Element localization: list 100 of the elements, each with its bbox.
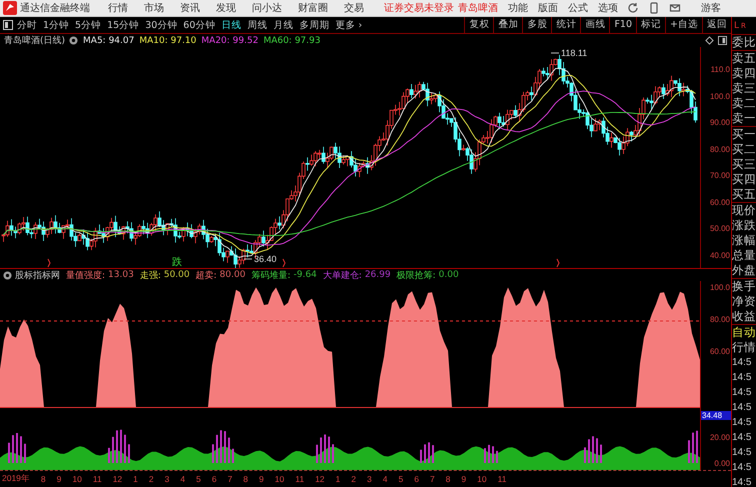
app-logo-icon xyxy=(3,1,17,15)
function-menu-item[interactable]: 公式 xyxy=(568,1,588,15)
diamond-icon[interactable] xyxy=(705,36,714,45)
price-axis-label: 50.00 xyxy=(710,224,730,233)
login-status-text: 证券交易未登录 xyxy=(384,2,454,15)
date-axis-label: 5 xyxy=(196,474,201,484)
app-title: 通达信金融终端 xyxy=(20,2,90,15)
period-tab[interactable]: 5分钟 xyxy=(75,18,102,32)
trade-time: 14:5 xyxy=(732,401,752,415)
quote-row-label: 外盘 xyxy=(732,263,756,278)
date-axis-label: 10 xyxy=(274,474,284,484)
trade-time: 14:5 xyxy=(732,431,752,445)
high-price-label: 118.11 xyxy=(550,48,588,58)
period-tab[interactable]: 日线 xyxy=(221,18,242,32)
period-tab[interactable]: 多周期 xyxy=(299,18,330,32)
quote-row-label: 卖四 xyxy=(732,66,756,81)
date-axis-label: 8 xyxy=(446,474,450,484)
period-tab[interactable]: 30分钟 xyxy=(145,18,178,32)
date-axis-label: 8 xyxy=(40,474,46,484)
date-axis-label: 9 xyxy=(56,474,62,484)
tool-button[interactable]: 复权 xyxy=(464,17,494,33)
period-tab[interactable]: 月线 xyxy=(273,18,294,32)
quote-row-label: 现价 xyxy=(732,203,756,218)
quote-row-label: 买三 xyxy=(732,157,756,172)
signal-marker-icon xyxy=(48,258,51,268)
period-tab[interactable]: 60分钟 xyxy=(183,18,216,32)
price-axis-label: 80.00 xyxy=(710,144,730,154)
refresh-icon[interactable] xyxy=(627,2,639,14)
quote-row-label: 净资 xyxy=(732,294,756,309)
indicator-value: 0.00 xyxy=(438,270,459,280)
tool-button[interactable]: F10 xyxy=(609,17,636,33)
quote-row-label: 涨跌 xyxy=(732,218,756,233)
quote-row-label: 买二 xyxy=(732,142,756,157)
menu-item[interactable]: 交易 xyxy=(344,1,364,15)
quote-row-label: 涨幅 xyxy=(732,233,756,248)
menu-item[interactable]: 行情 xyxy=(108,1,128,15)
indicator-label: 超卖: xyxy=(196,270,217,282)
date-axis-label: 2 xyxy=(148,474,154,484)
low-price-label: 36.40 xyxy=(244,254,277,264)
moving-average-value: MA60: 97.93 xyxy=(263,36,320,46)
date-axis-label: 7 xyxy=(228,474,232,484)
function-menu-item[interactable]: 版面 xyxy=(538,1,558,15)
date-axis-label: 9 xyxy=(259,474,264,484)
quote-row-label: 自动 xyxy=(732,325,756,340)
date-axis-label: 11 xyxy=(498,474,506,484)
date-axis-label: 11 xyxy=(295,474,304,484)
user-label[interactable]: 游客 xyxy=(701,1,721,15)
trade-time: 14:5 xyxy=(732,371,752,385)
quote-row-label: 卖三 xyxy=(732,81,756,96)
menu-item[interactable]: 市场 xyxy=(144,1,164,15)
period-tab[interactable]: 分时 xyxy=(17,18,37,32)
price-axis-label: 110.0 xyxy=(710,65,730,74)
date-axis-label: 1 xyxy=(336,474,340,484)
menu-item[interactable]: 问小达 xyxy=(252,1,282,15)
tool-button[interactable]: 标记 xyxy=(636,17,666,33)
date-axis-label: 7 xyxy=(430,474,435,484)
settings-icon[interactable] xyxy=(69,36,78,45)
tool-button[interactable]: 多股 xyxy=(522,17,552,33)
function-menu-item[interactable]: 功能 xyxy=(508,1,528,15)
stock-name-text: 青岛啤酒 xyxy=(458,2,498,15)
phone-icon[interactable] xyxy=(648,2,660,14)
indicator-axis-label: 80.00 xyxy=(710,315,730,324)
indicator-value: 13.03 xyxy=(108,270,134,280)
price-axis-label: 100.0 xyxy=(710,92,730,100)
tool-button[interactable]: 返回 xyxy=(702,17,731,33)
quote-row-label: 行情 xyxy=(732,340,756,355)
indicator-axis-label: 0.00 xyxy=(714,459,730,468)
tool-button[interactable]: 叠加 xyxy=(493,17,522,33)
function-menu-item[interactable]: 选项 xyxy=(598,1,618,15)
tool-button[interactable]: 统计 xyxy=(551,17,580,33)
window-toggle-icon[interactable] xyxy=(718,36,727,45)
moving-average-value: MA5: 94.07 xyxy=(83,36,134,46)
quote-row-label: 卖二 xyxy=(732,96,756,111)
date-axis-label: 8 xyxy=(243,474,248,484)
date-axis-label: 4 xyxy=(382,474,388,484)
date-axis-label: 10 xyxy=(477,474,487,484)
period-tab[interactable]: 周线 xyxy=(247,18,268,32)
date-axis-label: 11 xyxy=(92,474,102,484)
quote-row-label: 总量 xyxy=(732,248,756,263)
period-tab[interactable]: 1分钟 xyxy=(43,18,70,32)
panel-toggle-icon[interactable] xyxy=(3,20,13,30)
menu-item[interactable]: 资讯 xyxy=(180,1,200,15)
quote-row-label: 换手 xyxy=(732,279,756,294)
quote-row-label: 买五 xyxy=(732,187,756,202)
message-icon[interactable] xyxy=(669,2,681,14)
price-axis-label: 70.00 xyxy=(710,171,730,180)
menu-item[interactable]: 发现 xyxy=(216,1,236,15)
period-tab[interactable]: 15分钟 xyxy=(107,18,140,32)
price-axis-label: 60.00 xyxy=(710,198,730,206)
date-axis-label: 10 xyxy=(72,474,82,484)
date-axis-label: 5 xyxy=(398,474,404,484)
quote-row-label: 收益 xyxy=(732,309,756,324)
tool-button[interactable]: 画线 xyxy=(580,17,610,33)
signal-label: 跌 xyxy=(172,257,182,268)
settings-icon[interactable] xyxy=(3,270,12,280)
menu-item[interactable]: 财富圈 xyxy=(298,1,328,15)
period-tab[interactable]: 更多 › xyxy=(335,18,362,32)
tool-button[interactable]: +自选 xyxy=(665,17,702,33)
quote-row-label: 买一 xyxy=(732,127,756,142)
indicator-label: 量值强度: xyxy=(66,270,106,282)
